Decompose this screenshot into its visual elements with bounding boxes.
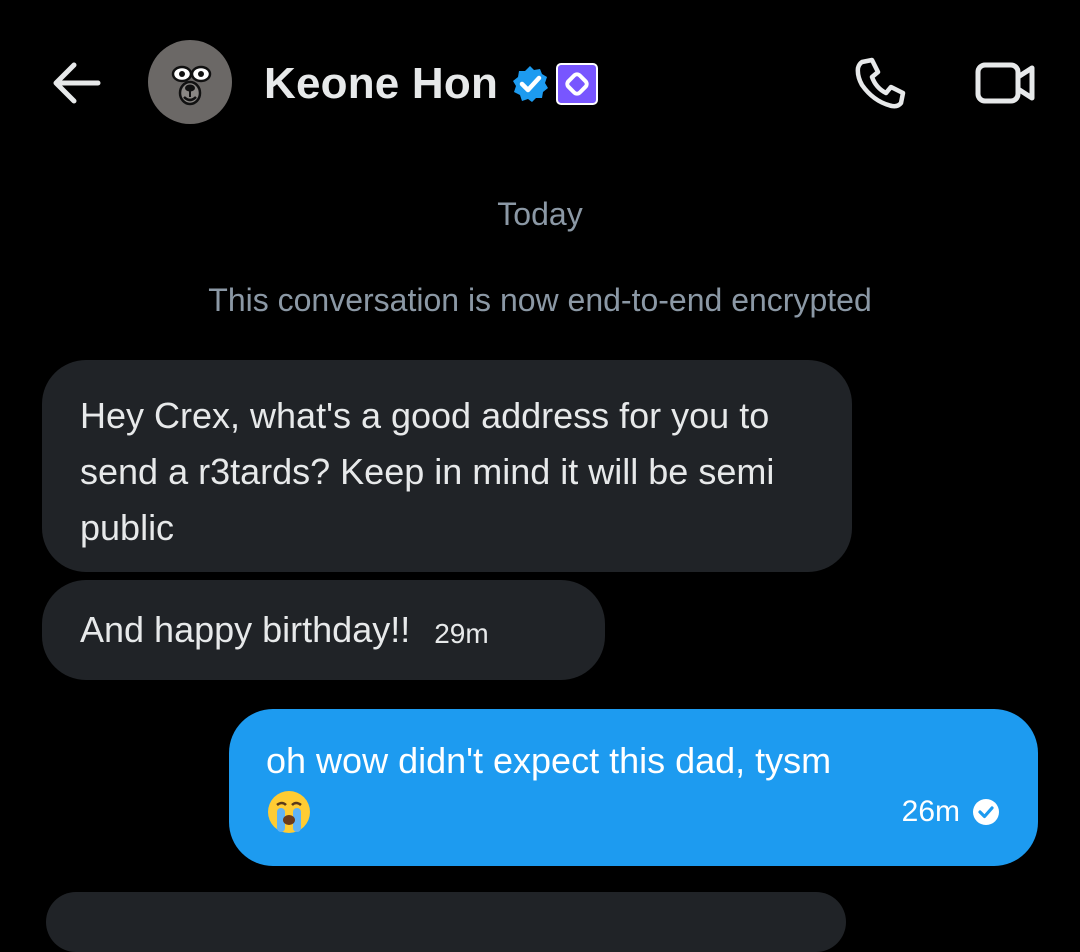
- contact-name[interactable]: Keone Hon: [264, 59, 498, 109]
- sent-check-icon: [973, 799, 999, 825]
- verified-badge-icon: [513, 66, 549, 102]
- video-call-button[interactable]: [974, 60, 1038, 106]
- back-button[interactable]: [48, 58, 104, 108]
- call-button[interactable]: [852, 54, 910, 112]
- loudly-crying-face-emoji: [268, 791, 310, 833]
- conversation-header: Keone Hon: [0, 0, 1080, 170]
- video-camera-icon: [975, 62, 1035, 104]
- message-bubble-received[interactable]: Hey Crex, what's a good address for you …: [42, 360, 852, 572]
- avatar[interactable]: [148, 40, 232, 124]
- message-text: And happy birthday!!: [80, 609, 411, 650]
- message-timestamp: 26m: [901, 795, 960, 828]
- message-meta: 26m: [902, 784, 1000, 840]
- message-text: Hey Crex, what's a good address for you …: [80, 395, 775, 548]
- message-bubble-received-partial[interactable]: [46, 892, 846, 952]
- affiliate-badge-icon: [556, 63, 599, 105]
- phone-icon: [855, 57, 906, 109]
- bear-avatar-image: [148, 40, 232, 124]
- message-bubble-received[interactable]: And happy birthday!! 29m: [42, 580, 605, 680]
- message-timestamp: 29m: [434, 618, 489, 649]
- message-bubble-sent[interactable]: oh wow didn't expect this dad, tysm 26m: [229, 709, 1038, 866]
- message-text: oh wow didn't expect this dad, tysm: [266, 740, 832, 781]
- conversation-title-row[interactable]: Keone Hon: [264, 56, 599, 112]
- date-separator: Today: [497, 196, 583, 232]
- arrow-left-icon: [53, 62, 101, 104]
- encryption-notice: This conversation is now end-to-end encr…: [208, 282, 872, 318]
